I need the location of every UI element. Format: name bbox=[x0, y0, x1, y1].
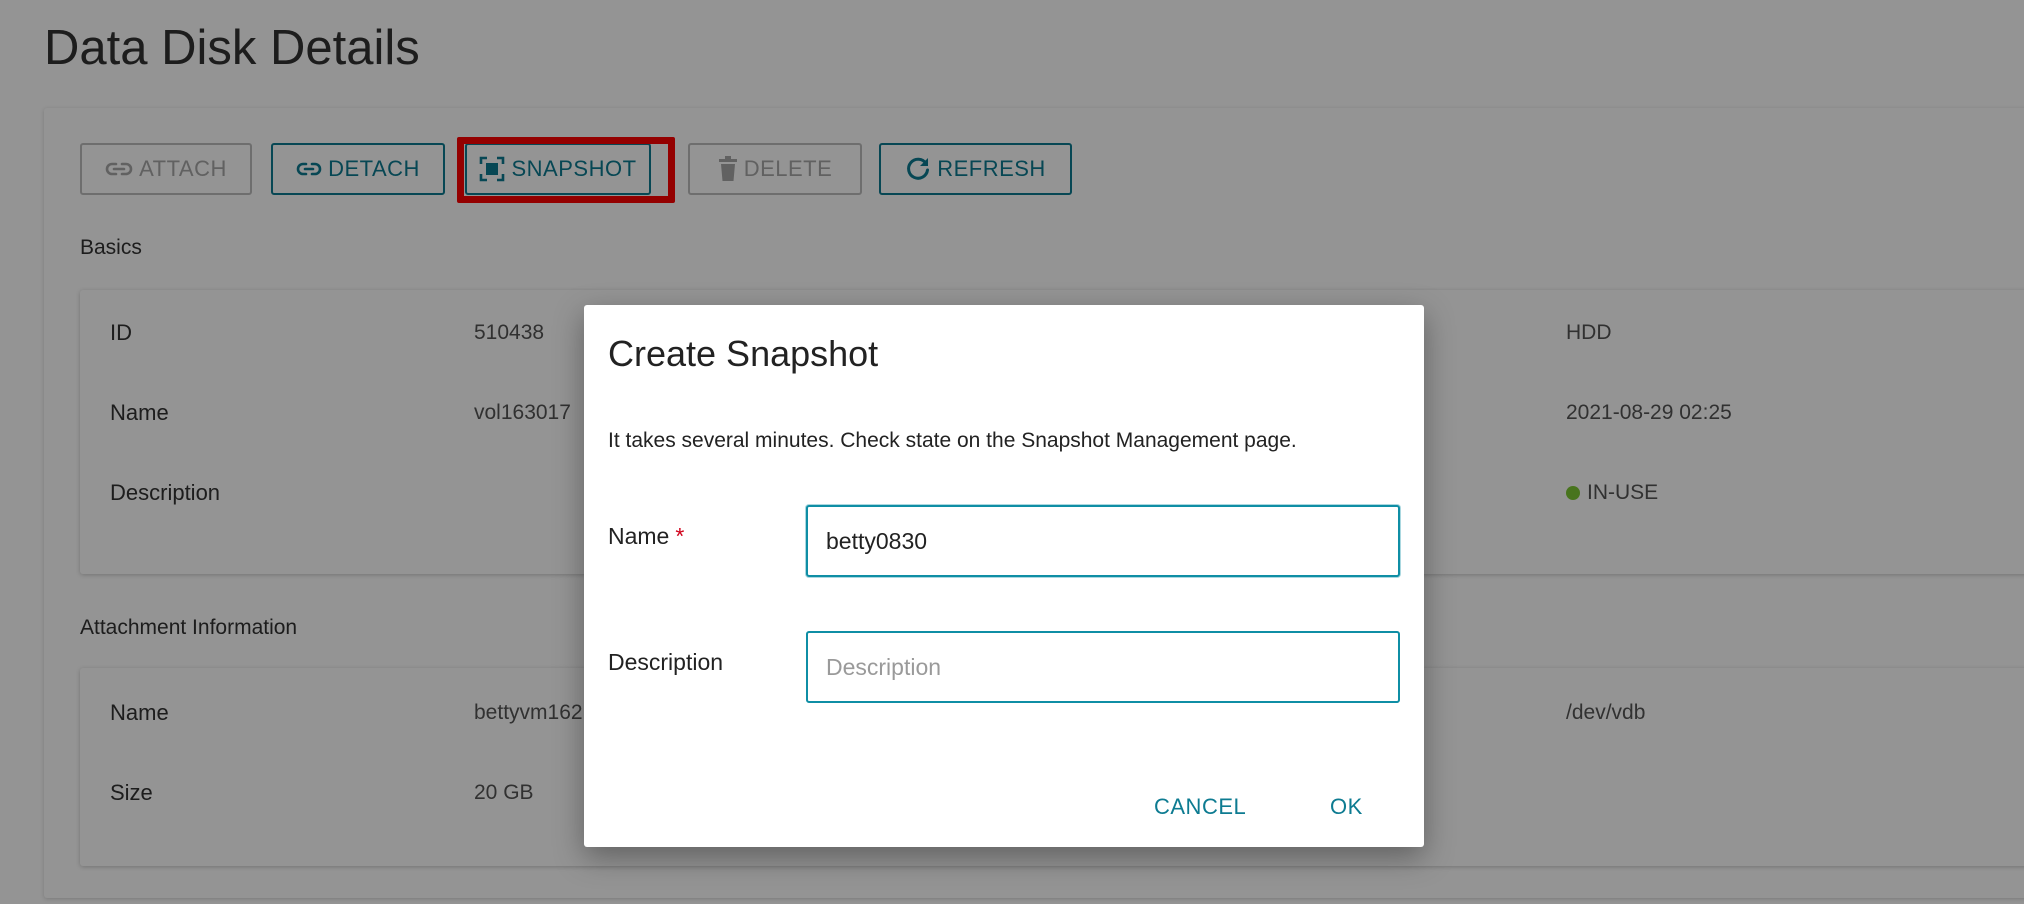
snapshot-description-input[interactable] bbox=[806, 631, 1400, 703]
required-mark: * bbox=[675, 523, 685, 549]
dialog-message: It takes several minutes. Check state on… bbox=[608, 429, 1297, 452]
cancel-button[interactable]: CANCEL bbox=[1142, 783, 1258, 831]
description-field-label: Description bbox=[608, 649, 724, 675]
dialog-title: Create Snapshot bbox=[608, 333, 879, 374]
snapshot-name-input[interactable] bbox=[806, 505, 1400, 577]
ok-button[interactable]: OK bbox=[1318, 783, 1375, 831]
create-snapshot-dialog: Create Snapshot It takes several minutes… bbox=[584, 305, 1424, 847]
name-field-label-text: Name bbox=[608, 523, 670, 549]
name-field-label: Name * bbox=[608, 523, 684, 550]
